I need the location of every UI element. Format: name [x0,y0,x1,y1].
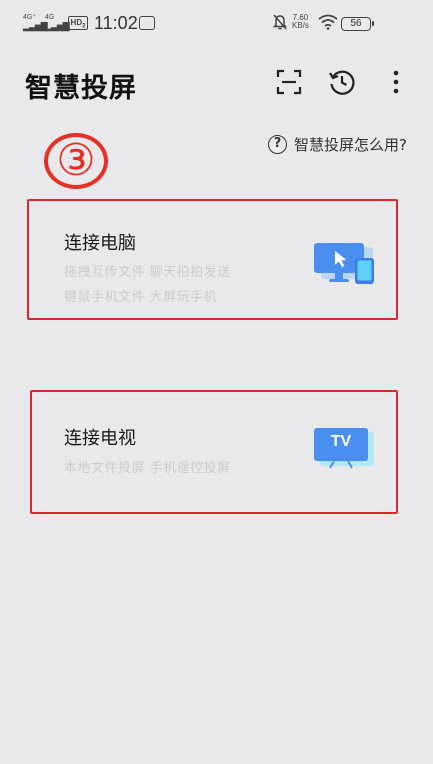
sim1-network-label: 4G⁺ [23,14,37,21]
history-button[interactable] [328,68,356,96]
sim1-signal-icon: 4G⁺ ▂▃▅▇ [23,14,48,31]
battery-level: 56 [350,18,362,29]
more-options-button[interactable] [382,68,402,96]
monitor-phone-icon [311,241,377,291]
connect-pc-title: 连接电脑 [64,233,136,254]
network-speed-unit: KB/s [292,21,309,30]
page-title: 智慧投屏 [25,73,137,104]
tv-icon-label: TV [330,433,352,450]
step-number-annotation: ③ [44,133,108,189]
help-link[interactable]: ? 智慧投屏怎么用? [268,134,407,155]
clock: 11:02 [94,13,138,33]
hd-label: HD [70,18,83,27]
network-speed: 7.60 KB/s [292,14,309,30]
connect-pc-desc-line-1: 拖拽互传文件 聊天拍拍发送 [64,265,231,280]
history-clock-icon [329,70,355,95]
battery-indicator: 56 [341,17,374,31]
connect-pc-desc-line-2: 键鼠手机文件 大屏玩手机 [64,290,218,305]
status-bar: 4G⁺ ▂▃▅▇ 4G ▂▃▅▇ HD2 11:02 7.60 KB/s 56 [0,0,433,48]
scan-icon [276,69,302,95]
more-vertical-icon [393,70,399,94]
wifi-icon [318,14,338,35]
connect-tv-card[interactable]: 连接电视 本地文件投屏 手机遥控投屏 TV [30,390,398,514]
hd-voice-icon: HD2 [68,16,88,30]
connect-tv-desc-line-1: 本地文件投屏 手机遥控投屏 [64,461,231,476]
tv-icon: TV [312,426,378,476]
hd-sub-label: 2 [82,23,86,30]
help-label: 智慧投屏怎么用? [294,136,407,154]
sim2-signal-icon: 4G ▂▃▅▇ [45,14,70,31]
connect-tv-title: 连接电视 [64,428,136,449]
connect-pc-card[interactable]: 连接电脑 拖拽互传文件 聊天拍拍发送 键鼠手机文件 大屏玩手机 [27,199,398,320]
question-icon: ? [268,135,287,154]
scan-button[interactable] [275,68,303,96]
mute-bell-icon [272,14,288,35]
notification-app-icon [139,16,155,30]
sim2-network-label: 4G [45,14,55,21]
